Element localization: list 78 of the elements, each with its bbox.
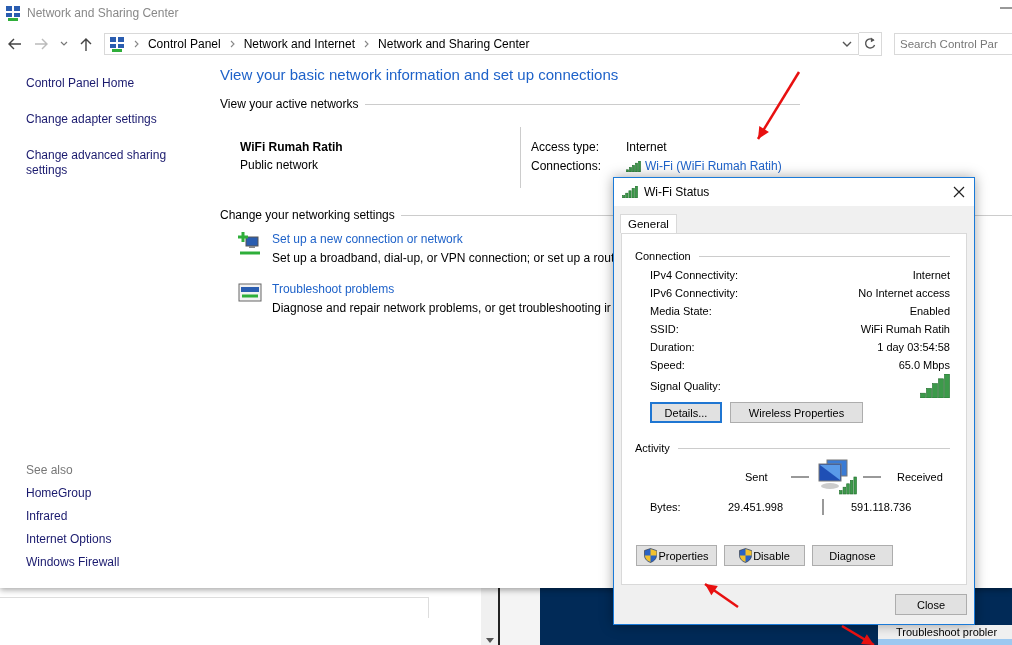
chevron-right-icon — [133, 40, 139, 48]
network-icon — [108, 36, 125, 52]
see-also-link[interactable]: Windows Firewall — [26, 555, 220, 570]
field-value: WiFi Rumah Ratih — [859, 322, 950, 336]
task-link[interactable]: Set up a new connection or network — [272, 232, 615, 246]
breadcrumb[interactable]: Network and Sharing Center — [378, 37, 530, 51]
received-label: Received — [897, 471, 943, 483]
field-value: Enabled — [908, 304, 950, 318]
chevron-right-icon — [229, 40, 235, 48]
see-also-link[interactable]: Infrared — [26, 509, 220, 524]
signal-bars-icon — [622, 186, 638, 198]
field-label: SSID: — [650, 322, 680, 336]
group-label: Connection — [635, 249, 691, 263]
field-value: 591.118.736 — [851, 501, 912, 513]
group-label: Activity — [635, 441, 670, 455]
see-also-link[interactable]: HomeGroup — [26, 486, 220, 501]
field-label: Bytes: — [650, 501, 682, 513]
section-label: Change your networking settings — [220, 208, 395, 222]
signal-bars-icon — [920, 374, 950, 398]
network-type: Public network — [240, 157, 320, 174]
sidebar-link[interactable]: Control Panel Home — [26, 76, 176, 91]
breadcrumb[interactable]: Network and Internet — [243, 37, 356, 51]
connection-link[interactable]: Wi-Fi (WiFi Rumah Ratih) — [645, 159, 782, 174]
back-icon[interactable] — [8, 38, 22, 50]
annotation-arrow — [703, 582, 741, 610]
signal-bars-icon — [626, 161, 641, 172]
panel-text: Troubleshoot probler — [895, 625, 999, 639]
task-description: Diagnose and repair network problems, or get troubleshooting ir — [272, 301, 611, 315]
network-icon — [5, 5, 21, 21]
dialog-title: Wi-Fi Status — [644, 185, 710, 199]
field-label: Connections: — [531, 159, 603, 174]
dialog-button[interactable]: Wireless Properties — [730, 402, 863, 423]
field-label: Media State: — [650, 304, 713, 318]
sidebar-link[interactable]: Change adapter settings — [26, 112, 176, 127]
refresh-icon[interactable] — [859, 32, 882, 56]
see-also-label: See also — [26, 463, 74, 478]
field-value: 65.0 Mbps — [897, 358, 950, 372]
chevron-down-icon[interactable] — [842, 40, 852, 48]
network-plus-icon — [238, 232, 262, 256]
field-label: Signal Quality: — [650, 380, 721, 392]
network-name: WiFi Rumah Ratih — [240, 139, 344, 156]
page-heading: View your basic network information and set up connections — [220, 65, 620, 85]
tab[interactable]: General — [620, 214, 677, 233]
field-label: Speed: — [650, 358, 686, 372]
breadcrumb[interactable]: Control Panel — [147, 37, 221, 51]
up-arrow-icon[interactable] — [79, 37, 92, 51]
field-value: Internet — [626, 140, 668, 155]
field-value: 29.451.998 — [728, 501, 785, 513]
scrollbar[interactable] — [481, 588, 498, 645]
field-label: Access type: — [531, 140, 601, 155]
field-value: 1 day 03:54:58 — [876, 340, 950, 354]
sent-label: Sent — [745, 471, 769, 483]
dialog-button[interactable]: Details... — [650, 402, 722, 423]
network-window-icon — [238, 282, 262, 302]
close-button[interactable]: Close — [895, 594, 967, 615]
scroll-down-icon[interactable] — [485, 638, 494, 643]
annotation-arrow — [840, 624, 876, 645]
dialog-button[interactable]: Disable — [724, 545, 805, 566]
window-title: Network and Sharing Center — [27, 6, 179, 20]
field-label: IPv4 Connectivity: — [650, 268, 740, 282]
task-link[interactable]: Troubleshoot problems — [272, 282, 611, 296]
field-value: No Internet access — [857, 286, 950, 300]
chevron-right-icon — [364, 40, 370, 48]
search-field[interactable]: Search Control Par — [894, 33, 1012, 55]
annotation-arrow — [755, 70, 803, 142]
field-label: Duration: — [650, 340, 696, 354]
see-also-link[interactable]: Internet Options — [26, 532, 220, 547]
task-description: Set up a broadband, dial-up, or VPN connection; or set up a rout — [272, 251, 615, 265]
address-field[interactable]: Control Panel Network and Internet Network and Sharing Center — [103, 33, 859, 55]
field-label: IPv6 Connectivity: — [650, 286, 740, 300]
close-icon[interactable] — [953, 186, 965, 198]
chevron-down-icon[interactable] — [59, 41, 68, 47]
dialog-button[interactable]: Diagnose — [812, 545, 893, 566]
computers-drawing — [815, 459, 857, 495]
sidebar-link[interactable]: Change advanced sharing settings — [26, 148, 176, 178]
section-label: View your active networks — [220, 97, 359, 111]
dialog-button[interactable]: Properties — [636, 545, 717, 566]
field-value: Internet — [911, 268, 950, 282]
